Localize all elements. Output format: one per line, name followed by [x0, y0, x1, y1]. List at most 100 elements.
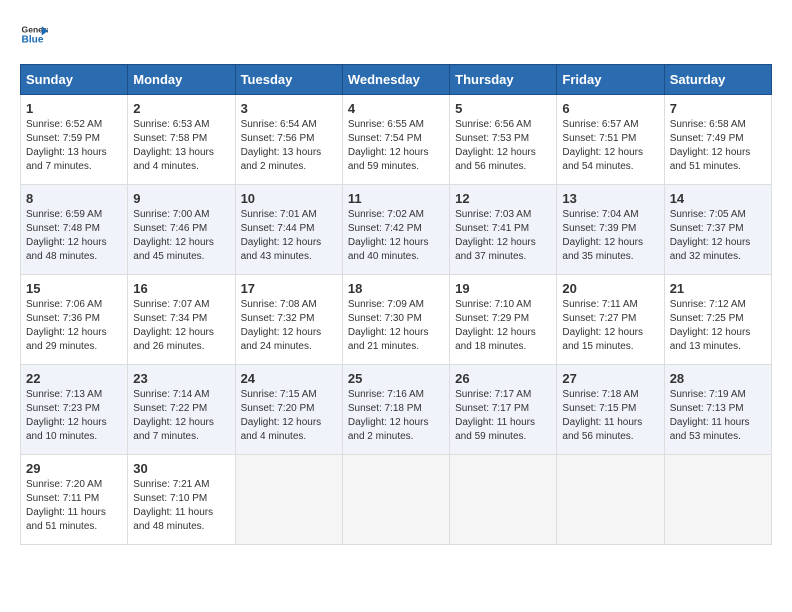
- cell-text: Sunrise: 7:02 AMSunset: 7:42 PMDaylight:…: [348, 208, 444, 264]
- calendar-cell: 15 Sunrise: 7:06 AMSunset: 7:36 PMDayligh…: [21, 275, 128, 365]
- calendar-cell: 29 Sunrise: 7:20 AMSunset: 7:11 PMDayligh…: [21, 455, 128, 545]
- day-number: 19: [455, 281, 551, 296]
- calendar-cell: 11 Sunrise: 7:02 AMSunset: 7:42 PMDayligh…: [342, 185, 449, 275]
- calendar-cell: 16 Sunrise: 7:07 AMSunset: 7:34 PMDayligh…: [128, 275, 235, 365]
- calendar-cell: 22 Sunrise: 7:13 AMSunset: 7:23 PMDayligh…: [21, 365, 128, 455]
- calendar-body: 1Sunrise: 6:52 AMSunset: 7:59 PMDaylight…: [21, 95, 772, 545]
- cell-text: Sunrise: 6:55 AMSunset: 7:54 PMDaylight:…: [348, 118, 444, 174]
- day-number: 5: [455, 101, 551, 116]
- calendar-cell: 7 Sunrise: 6:58 AMSunset: 7:49 PMDaylight…: [664, 95, 771, 185]
- cell-text: Sunrise: 6:53 AMSunset: 7:58 PMDaylight:…: [133, 118, 229, 174]
- cell-text: Sunrise: 7:11 AMSunset: 7:27 PMDaylight:…: [562, 298, 658, 354]
- calendar-cell: 12 Sunrise: 7:03 AMSunset: 7:41 PMDayligh…: [450, 185, 557, 275]
- calendar-cell: 23 Sunrise: 7:14 AMSunset: 7:22 PMDayligh…: [128, 365, 235, 455]
- day-number: 15: [26, 281, 122, 296]
- column-header-wednesday: Wednesday: [342, 65, 449, 95]
- cell-text: Sunrise: 7:05 AMSunset: 7:37 PMDaylight:…: [670, 208, 766, 264]
- cell-text: Sunrise: 7:12 AMSunset: 7:25 PMDaylight:…: [670, 298, 766, 354]
- calendar-cell: 4 Sunrise: 6:55 AMSunset: 7:54 PMDaylight…: [342, 95, 449, 185]
- calendar-cell: 24 Sunrise: 7:15 AMSunset: 7:20 PMDayligh…: [235, 365, 342, 455]
- day-number: 17: [241, 281, 337, 296]
- day-number: 4: [348, 101, 444, 116]
- day-number: 22: [26, 371, 122, 386]
- cell-text: Sunrise: 7:07 AMSunset: 7:34 PMDaylight:…: [133, 298, 229, 354]
- cell-text: Sunrise: 7:20 AMSunset: 7:11 PMDaylight:…: [26, 478, 122, 534]
- page-header: General Blue: [20, 20, 772, 48]
- day-number: 18: [348, 281, 444, 296]
- calendar-cell: 8 Sunrise: 6:59 AMSunset: 7:48 PMDaylight…: [21, 185, 128, 275]
- calendar-cell: 30 Sunrise: 7:21 AMSunset: 7:10 PMDayligh…: [128, 455, 235, 545]
- calendar-week-row: 29 Sunrise: 7:20 AMSunset: 7:11 PMDayligh…: [21, 455, 772, 545]
- day-number: 10: [241, 191, 337, 206]
- day-number: 6: [562, 101, 658, 116]
- cell-text: Sunrise: 7:03 AMSunset: 7:41 PMDaylight:…: [455, 208, 551, 264]
- day-number: 16: [133, 281, 229, 296]
- calendar-cell: 19 Sunrise: 7:10 AMSunset: 7:29 PMDayligh…: [450, 275, 557, 365]
- cell-text: Sunrise: 6:57 AMSunset: 7:51 PMDaylight:…: [562, 118, 658, 174]
- logo: General Blue: [20, 20, 48, 48]
- calendar-cell: [450, 455, 557, 545]
- column-header-saturday: Saturday: [664, 65, 771, 95]
- cell-text: Sunrise: 7:18 AMSunset: 7:15 PMDaylight:…: [562, 388, 658, 444]
- calendar-cell: 9Sunrise: 7:00 AMSunset: 7:46 PMDaylight…: [128, 185, 235, 275]
- calendar-cell: [342, 455, 449, 545]
- calendar-week-row: 8 Sunrise: 6:59 AMSunset: 7:48 PMDaylight…: [21, 185, 772, 275]
- day-number: 25: [348, 371, 444, 386]
- calendar-cell: [664, 455, 771, 545]
- day-number: 11: [348, 191, 444, 206]
- calendar-week-row: 1Sunrise: 6:52 AMSunset: 7:59 PMDaylight…: [21, 95, 772, 185]
- day-number: 29: [26, 461, 122, 476]
- column-header-sunday: Sunday: [21, 65, 128, 95]
- calendar-cell: 1Sunrise: 6:52 AMSunset: 7:59 PMDaylight…: [21, 95, 128, 185]
- cell-text: Sunrise: 7:01 AMSunset: 7:44 PMDaylight:…: [241, 208, 337, 264]
- calendar-cell: 13Sunrise: 7:04 AMSunset: 7:39 PMDayligh…: [557, 185, 664, 275]
- calendar-header-row: SundayMondayTuesdayWednesdayThursdayFrid…: [21, 65, 772, 95]
- cell-text: Sunrise: 7:10 AMSunset: 7:29 PMDaylight:…: [455, 298, 551, 354]
- cell-text: Sunrise: 7:19 AMSunset: 7:13 PMDaylight:…: [670, 388, 766, 444]
- day-number: 27: [562, 371, 658, 386]
- svg-text:Blue: Blue: [22, 35, 44, 46]
- calendar-cell: 18 Sunrise: 7:09 AMSunset: 7:30 PMDayligh…: [342, 275, 449, 365]
- cell-text: Sunrise: 6:56 AMSunset: 7:53 PMDaylight:…: [455, 118, 551, 174]
- day-number: 12: [455, 191, 551, 206]
- day-number: 13: [562, 191, 658, 206]
- calendar-week-row: 15 Sunrise: 7:06 AMSunset: 7:36 PMDayligh…: [21, 275, 772, 365]
- calendar-cell: 28 Sunrise: 7:19 AMSunset: 7:13 PMDayligh…: [664, 365, 771, 455]
- cell-text: Sunrise: 7:09 AMSunset: 7:30 PMDaylight:…: [348, 298, 444, 354]
- calendar-cell: 17 Sunrise: 7:08 AMSunset: 7:32 PMDayligh…: [235, 275, 342, 365]
- day-number: 3: [241, 101, 337, 116]
- cell-text: Sunrise: 6:59 AMSunset: 7:48 PMDaylight:…: [26, 208, 122, 264]
- cell-text: Sunrise: 7:00 AMSunset: 7:46 PMDaylight:…: [133, 208, 229, 264]
- cell-text: Sunrise: 7:06 AMSunset: 7:36 PMDaylight:…: [26, 298, 122, 354]
- day-number: 21: [670, 281, 766, 296]
- day-number: 2: [133, 101, 229, 116]
- day-number: 23: [133, 371, 229, 386]
- day-number: 7: [670, 101, 766, 116]
- calendar-cell: 21 Sunrise: 7:12 AMSunset: 7:25 PMDayligh…: [664, 275, 771, 365]
- cell-text: Sunrise: 7:08 AMSunset: 7:32 PMDaylight:…: [241, 298, 337, 354]
- column-header-tuesday: Tuesday: [235, 65, 342, 95]
- day-number: 8: [26, 191, 122, 206]
- day-number: 14: [670, 191, 766, 206]
- column-header-thursday: Thursday: [450, 65, 557, 95]
- day-number: 28: [670, 371, 766, 386]
- day-number: 30: [133, 461, 229, 476]
- cell-text: Sunrise: 7:21 AMSunset: 7:10 PMDaylight:…: [133, 478, 229, 534]
- calendar-cell: 6 Sunrise: 6:57 AMSunset: 7:51 PMDaylight…: [557, 95, 664, 185]
- calendar-cell: 5 Sunrise: 6:56 AMSunset: 7:53 PMDaylight…: [450, 95, 557, 185]
- column-header-monday: Monday: [128, 65, 235, 95]
- cell-text: Sunrise: 7:14 AMSunset: 7:22 PMDaylight:…: [133, 388, 229, 444]
- cell-text: Sunrise: 7:15 AMSunset: 7:20 PMDaylight:…: [241, 388, 337, 444]
- cell-text: Sunrise: 7:16 AMSunset: 7:18 PMDaylight:…: [348, 388, 444, 444]
- cell-text: Sunrise: 6:54 AMSunset: 7:56 PMDaylight:…: [241, 118, 337, 174]
- calendar-cell: [235, 455, 342, 545]
- day-number: 24: [241, 371, 337, 386]
- calendar-table: SundayMondayTuesdayWednesdayThursdayFrid…: [20, 64, 772, 545]
- calendar-cell: 27 Sunrise: 7:18 AMSunset: 7:15 PMDayligh…: [557, 365, 664, 455]
- cell-text: Sunrise: 7:13 AMSunset: 7:23 PMDaylight:…: [26, 388, 122, 444]
- cell-text: Sunrise: 6:58 AMSunset: 7:49 PMDaylight:…: [670, 118, 766, 174]
- calendar-week-row: 22 Sunrise: 7:13 AMSunset: 7:23 PMDayligh…: [21, 365, 772, 455]
- calendar-cell: 10 Sunrise: 7:01 AMSunset: 7:44 PMDayligh…: [235, 185, 342, 275]
- calendar-cell: 2 Sunrise: 6:53 AMSunset: 7:58 PMDaylight…: [128, 95, 235, 185]
- cell-text: Sunrise: 7:17 AMSunset: 7:17 PMDaylight:…: [455, 388, 551, 444]
